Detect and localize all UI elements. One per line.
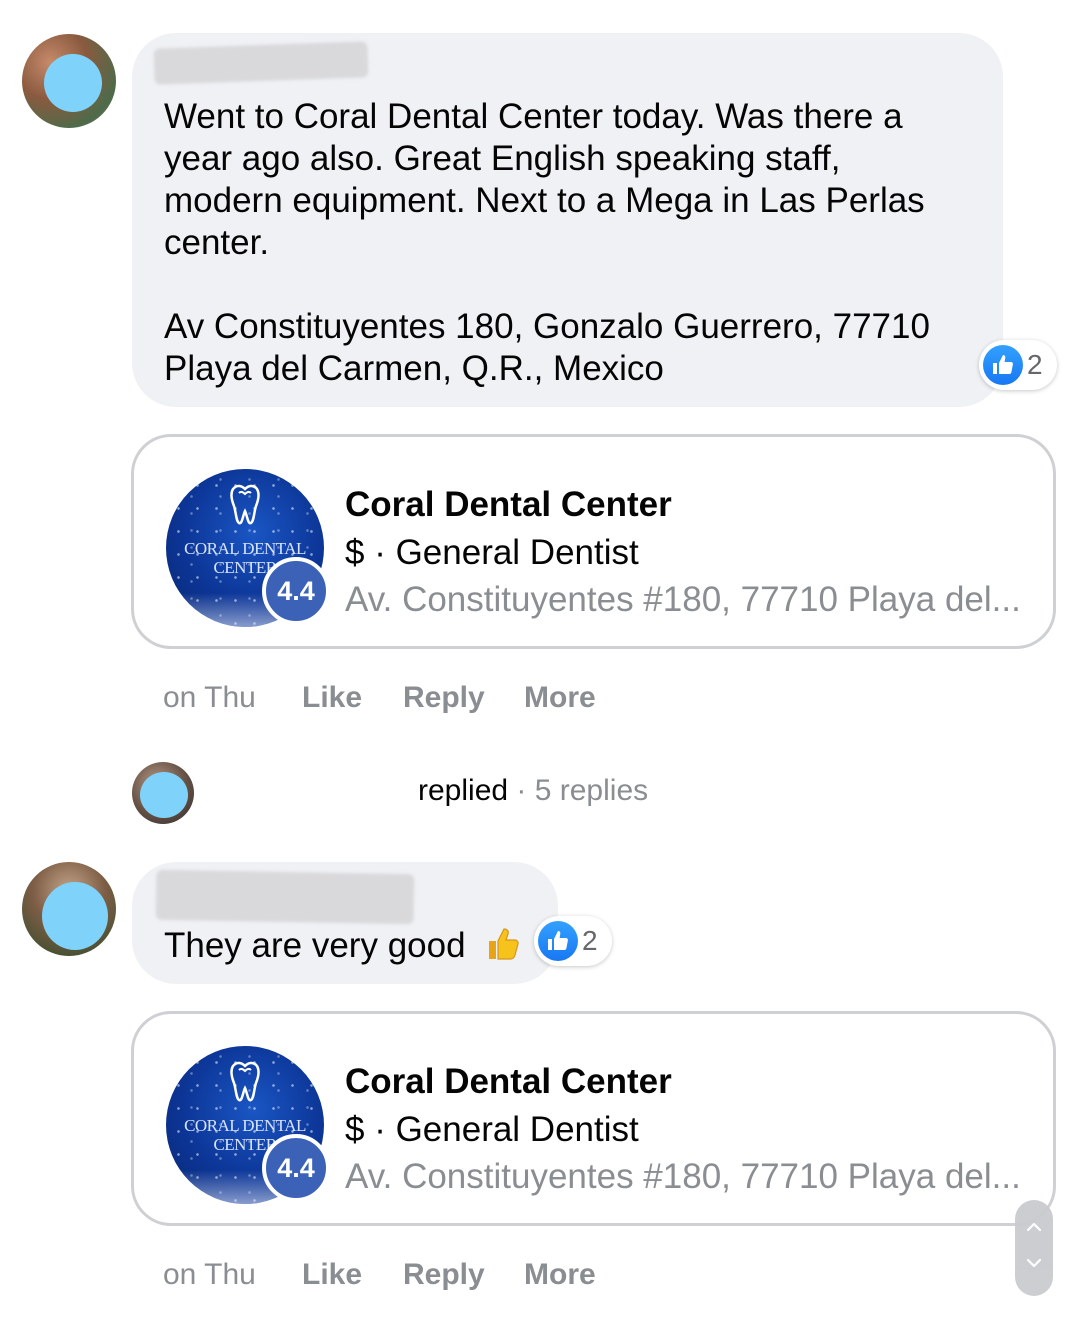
comment-actions: on Thu Like Reply More bbox=[0, 681, 1080, 721]
reply-button[interactable]: Reply bbox=[403, 681, 485, 715]
comment-actions: on Thu Like Reply More bbox=[0, 1258, 1080, 1298]
reaction-count[interactable]: 2 bbox=[534, 916, 612, 966]
chevron-down-icon[interactable] bbox=[1026, 1258, 1042, 1268]
reaction-number: 2 bbox=[1027, 349, 1043, 380]
comment-text: Went to Coral Dental Center today. Was t… bbox=[164, 97, 930, 388]
thumbs-up-icon bbox=[538, 921, 578, 961]
place-category: $ · General Dentist bbox=[345, 1110, 639, 1149]
place-name: Coral Dental Center bbox=[345, 1062, 672, 1101]
comment-timestamp: on Thu bbox=[163, 681, 256, 714]
replies-count: 5 replies bbox=[534, 774, 649, 807]
like-button[interactable]: Like bbox=[302, 1258, 362, 1292]
comment-bubble[interactable]: They are very good bbox=[132, 862, 558, 984]
tooth-icon bbox=[230, 484, 260, 525]
logo-brand-line-1: CORAL DENTAL bbox=[184, 1116, 306, 1135]
separator: · bbox=[508, 774, 535, 807]
avatar[interactable] bbox=[22, 862, 116, 956]
rating-badge: 4.4 bbox=[262, 1134, 330, 1202]
rating-badge: 4.4 bbox=[262, 557, 330, 625]
thumbs-up-icon bbox=[983, 345, 1023, 385]
replied-label: replied bbox=[418, 774, 509, 807]
place-address: Av. Constituyentes #180, 77710 Playa del… bbox=[345, 580, 1021, 619]
view-replies[interactable]: replied · 5 replies bbox=[418, 774, 648, 808]
comment-timestamp: on Thu bbox=[163, 1258, 256, 1291]
comment-bubble[interactable]: Went to Coral Dental Center today. Was t… bbox=[132, 33, 1003, 407]
reaction-count[interactable]: 2 bbox=[979, 340, 1057, 390]
reaction-number: 2 bbox=[582, 925, 598, 956]
place-address: Av. Constituyentes #180, 77710 Playa del… bbox=[345, 1157, 1021, 1196]
commenter-name-redacted bbox=[155, 869, 415, 925]
avatar-redaction bbox=[140, 772, 188, 818]
thumbs-up-emoji-icon bbox=[485, 923, 521, 963]
avatar-redaction bbox=[44, 54, 102, 112]
reply-button[interactable]: Reply bbox=[403, 1258, 485, 1292]
scroll-control[interactable] bbox=[1015, 1200, 1053, 1296]
place-card[interactable]: CORAL DENTAL CENTER 4.4 Coral Dental Cen… bbox=[131, 434, 1056, 649]
avatar[interactable] bbox=[22, 34, 116, 128]
place-card[interactable]: CORAL DENTAL CENTER 4.4 Coral Dental Cen… bbox=[131, 1011, 1056, 1226]
logo-brand-line-1: CORAL DENTAL bbox=[184, 539, 306, 558]
avatar-redaction bbox=[42, 882, 108, 950]
like-button[interactable]: Like bbox=[302, 681, 362, 715]
comment-text-body: They are very good bbox=[164, 926, 466, 965]
place-category: $ · General Dentist bbox=[345, 533, 639, 572]
reply-avatar[interactable] bbox=[132, 762, 194, 824]
more-button[interactable]: More bbox=[524, 1258, 596, 1292]
comment-text: They are very good bbox=[164, 923, 521, 967]
chevron-up-icon[interactable] bbox=[1026, 1222, 1042, 1232]
commenter-name-redacted bbox=[153, 41, 369, 85]
tooth-icon bbox=[230, 1061, 260, 1102]
more-button[interactable]: More bbox=[524, 681, 596, 715]
place-name: Coral Dental Center bbox=[345, 485, 672, 524]
